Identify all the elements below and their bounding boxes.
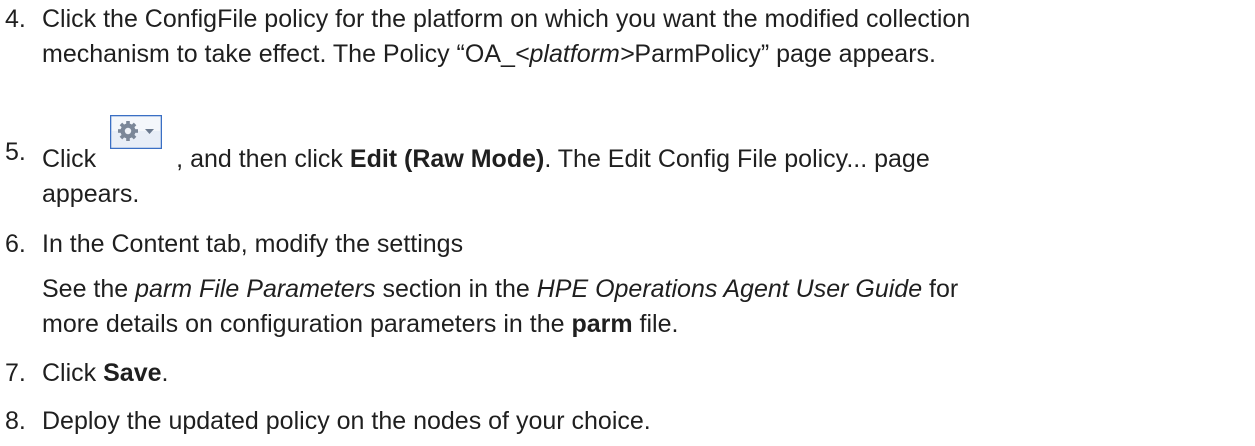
step-text: Click , and then click Edit (Raw Mode). … — [42, 115, 1245, 212]
text-run: Deploy the updated policy on the nodes o… — [42, 407, 651, 435]
text-run: mechanism to take effect. The Policy “OA… — [42, 40, 515, 68]
gear-dropdown-icon — [110, 115, 163, 149]
step-line: appears. — [42, 177, 1245, 212]
platform-placeholder: <platform> — [514, 40, 635, 68]
step-line: mechanism to take effect. The Policy “OA… — [42, 37, 1245, 72]
step-number: 4. — [5, 5, 26, 33]
guide-reference: HPE Operations Agent User Guide — [536, 275, 923, 303]
section-reference: parm File Parameters — [135, 275, 376, 303]
text-run: appears. — [42, 180, 140, 208]
parm-file-label: parm — [571, 310, 633, 338]
procedure-steps: 4. Click the ConfigFile policy for the p… — [0, 0, 1255, 446]
text-run: section in the — [375, 275, 537, 303]
step-line: See the parm File Parameters section in … — [42, 272, 1245, 307]
text-run: . The Edit Config File policy... page — [544, 145, 930, 173]
text-run: Click — [42, 145, 97, 173]
text-run: for — [922, 275, 959, 303]
text-run: Click — [42, 359, 104, 387]
step-text: Click Save. — [42, 356, 1245, 391]
text-run: . — [161, 359, 169, 387]
step-line: In the Content tab, modify the settings — [42, 227, 1245, 262]
text-run: Click the ConfigFile policy for the plat… — [42, 5, 971, 33]
text-run: more details on configuration parameters… — [42, 310, 572, 338]
step-number: 6. — [5, 230, 26, 258]
save-label: Save — [103, 359, 162, 387]
text-run: See the — [42, 275, 136, 303]
text-run: file. — [632, 310, 679, 338]
step-line: Click Save. — [42, 356, 1245, 391]
text-run: In the Content tab, modify the settings — [42, 230, 464, 258]
text-run: ParmPolicy” page appears. — [634, 40, 936, 68]
step-line: more details on configuration parameters… — [42, 307, 1245, 342]
step-text: In the Content tab, modify the settings … — [42, 227, 1245, 342]
edit-raw-mode-label: Edit (Raw Mode) — [349, 145, 545, 173]
step-text: Deploy the updated policy on the nodes o… — [42, 404, 1245, 439]
step-number: 5. — [5, 138, 26, 166]
step-number: 8. — [5, 407, 26, 435]
step-line: Click the ConfigFile policy for the plat… — [42, 2, 1245, 37]
text-run: , and then click — [176, 145, 350, 173]
step-line: Deploy the updated policy on the nodes o… — [42, 404, 1245, 439]
step-line: Click , and then click Edit (Raw Mode). … — [42, 115, 1245, 177]
step-number: 7. — [5, 359, 26, 387]
step-text: Click the ConfigFile policy for the plat… — [42, 2, 1245, 72]
